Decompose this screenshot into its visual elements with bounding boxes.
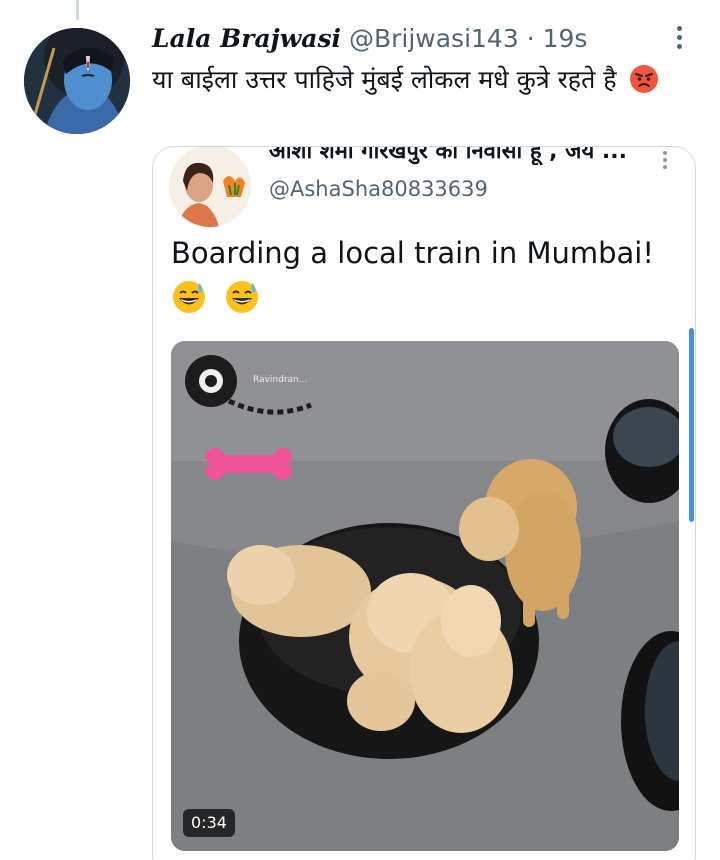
scroll-indicator[interactable] (689, 328, 694, 522)
video-duration-badge: 0:34 (183, 809, 235, 837)
author-display-name[interactable]: Lala Brajwasi (152, 24, 341, 53)
quoted-emoji-row (171, 279, 272, 315)
author-avatar[interactable] (24, 28, 130, 134)
quoted-more-icon[interactable] (661, 151, 669, 172)
tweet-header: Lala Brajwasi @Brijwasi143 · 19s (152, 24, 587, 53)
grinning-sweat-emoji-icon (173, 281, 205, 313)
more-options-icon[interactable] (674, 26, 684, 56)
quoted-tweet-card[interactable]: आशा शर्मा गोरखपुर का निवासी हूं , जय ...… (152, 146, 696, 860)
thread-connector-line (76, 0, 79, 20)
quoted-author-handle[interactable]: @AshaSha80833639 (269, 177, 488, 201)
video-watermark: Ravindran... (253, 375, 308, 385)
author-handle[interactable]: @Brijwasi143 (349, 24, 519, 53)
header-separator: · (526, 24, 535, 53)
video-thumbnail[interactable]: Ravindran... 0:34 (171, 341, 679, 851)
quoted-author-name[interactable]: आशा शर्मा गोरखपुर का निवासी हूं , जय ... (269, 147, 649, 165)
tweet-timestamp[interactable]: 19s (543, 24, 588, 53)
puppies-in-tub-image (171, 341, 679, 851)
tweet-screen: Lala Brajwasi @Brijwasi143 · 19s या बाईल… (0, 0, 720, 860)
quoted-author-avatar[interactable] (169, 147, 251, 227)
tweet-text: या बाईला उत्तर पाहिजे मुंबई लोकल मधे कुत… (152, 65, 617, 94)
angry-face-emoji-icon (629, 65, 658, 93)
tweet-body: या बाईला उत्तर पाहिजे मुंबई लोकल मधे कुत… (152, 62, 672, 98)
grinning-sweat-emoji-icon (226, 281, 259, 313)
quoted-tweet-text: Boarding a local train in Mumbai! (171, 236, 654, 270)
